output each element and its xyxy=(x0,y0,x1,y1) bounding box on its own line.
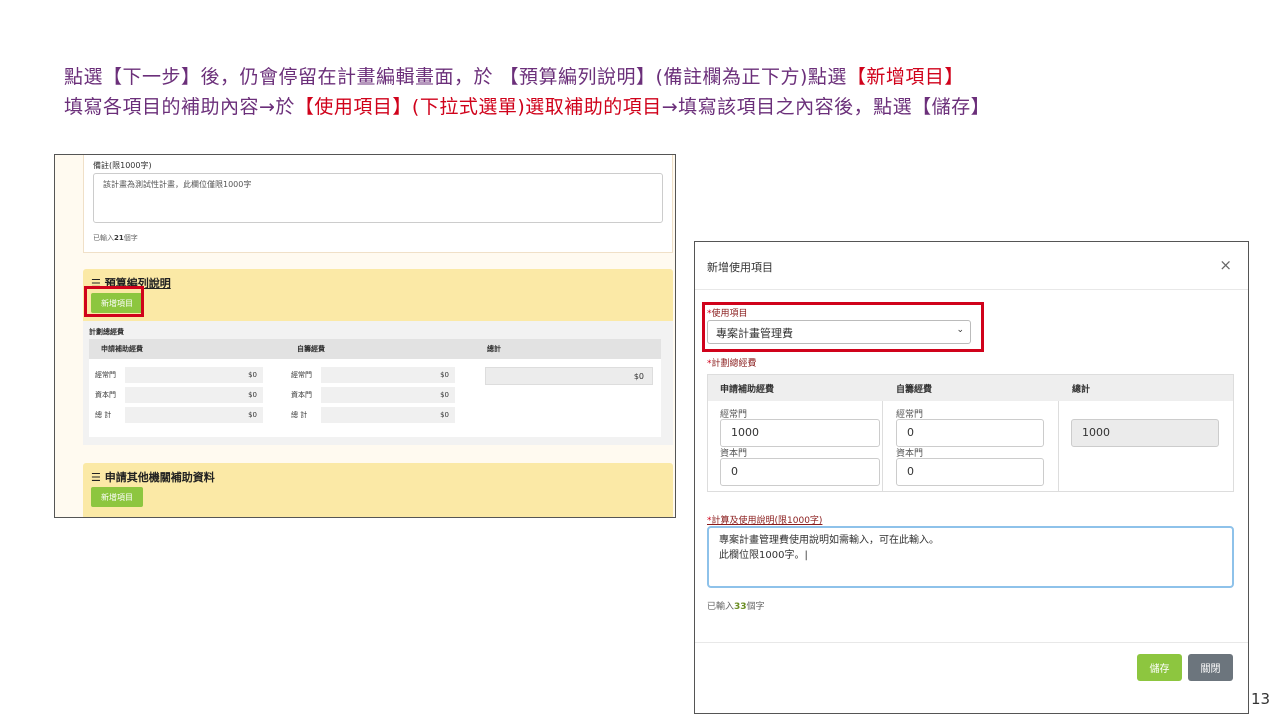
col-self: 自籌經費 xyxy=(297,345,325,353)
subsidy-capital-input[interactable]: 0 xyxy=(720,458,880,486)
plan-total-label: *計劃總經費 xyxy=(707,359,757,369)
modal-title: 新增使用項目 xyxy=(707,261,773,274)
table-body: 經常門 1000 資本門 0 經常門 0 資本門 0 1000 xyxy=(708,401,1233,491)
instruction-segment: 點選【下一步】後，仍會停留在計畫編輯畫面，於 【預算編列說明】(備註欄為正下方)… xyxy=(64,66,847,88)
col-subsidy: 申請補助經費 xyxy=(720,384,775,395)
subsidy-recurrent-input[interactable]: 1000 xyxy=(720,419,880,447)
budget-page-screenshot: 備註(限1000字) 該計畫為測試性計畫，此欄位僅限1000字 已輸入21個字 … xyxy=(54,154,676,518)
note-card: 備註(限1000字) 該計畫為測試性計畫，此欄位僅限1000字 已輸入21個字 xyxy=(83,155,673,253)
menu-icon: ☰ xyxy=(91,471,101,484)
modal-footer-divider xyxy=(695,642,1248,643)
highlight-box-add-item xyxy=(84,286,144,317)
instruction-line-1: 點選【下一步】後，仍會停留在計畫編輯畫面，於 【預算編列說明】(備註欄為正下方)… xyxy=(64,62,964,89)
budget-input-table: 申請補助經費 自籌經費 總計 經常門 1000 資本門 0 經常門 0 資本門 … xyxy=(707,374,1234,492)
budget-section: ☰ 預算編列說明 新增項目 計劃總經費 申請補助經費 自籌經費 總計 經常門 $0… xyxy=(83,269,673,445)
table-row: 資本門 $0 xyxy=(285,387,455,403)
note-textarea[interactable]: 該計畫為測試性計畫，此欄位僅限1000字 xyxy=(93,173,663,223)
plan-total-table: 計劃總經費 申請補助經費 自籌經費 總計 經常門 $0 經常門 $0 資本門 $0 資… xyxy=(83,321,673,445)
close-icon[interactable]: × xyxy=(1219,256,1232,274)
save-button[interactable]: 儲存 xyxy=(1137,654,1182,681)
table-header: 申請補助經費 自籌經費 總計 xyxy=(89,339,661,359)
calc-description-textarea[interactable]: 專案計畫管理費使用說明如需輸入，可在此輸入。 此欄位限1000字。| xyxy=(707,526,1234,588)
note-char-count: 已輸入21個字 xyxy=(93,234,138,242)
table-header: 申請補助經費 自籌經費 總計 xyxy=(708,375,1233,401)
table-row: 經常門 $0 xyxy=(285,367,455,383)
note-label: 備註(限1000字) xyxy=(93,161,152,170)
plan-total-label: 計劃總經費 xyxy=(89,328,124,336)
self-recurrent-input[interactable]: 0 xyxy=(896,419,1044,447)
other-agency-section: ☰ 申請其他機關補助資料 新增項目 xyxy=(83,463,673,517)
close-button[interactable]: 關閉 xyxy=(1188,654,1233,681)
col-total: 總計 xyxy=(487,345,501,353)
table-row: 總 計 $0 xyxy=(285,407,455,423)
col-self: 自籌經費 xyxy=(896,384,933,395)
table-row: 資本門 $0 xyxy=(89,387,263,403)
page-number: 13 xyxy=(1251,690,1271,708)
col-subsidy: 申請補助經費 xyxy=(101,345,143,353)
total-value: 1000 xyxy=(1071,419,1219,447)
table-row: 經常門 $0 xyxy=(89,367,263,383)
grand-total-value: $0 xyxy=(485,367,653,385)
instruction-segment: 填寫各項目的補助內容→於 xyxy=(64,96,295,118)
highlight-box-use-item xyxy=(702,302,984,352)
table-row: 總 計 $0 xyxy=(89,407,263,423)
instruction-line-2: 填寫各項目的補助內容→於【使用項目】(下拉式選單)選取補助的項目→填寫該項目之內… xyxy=(64,92,990,119)
other-agency-title: ☰ 申請其他機關補助資料 xyxy=(91,471,215,484)
char-count: 已輸入33個字 xyxy=(707,602,765,612)
self-capital-input[interactable]: 0 xyxy=(896,458,1044,486)
instruction-segment: →填寫該項目之內容後，點選【儲存】 xyxy=(661,96,991,118)
instruction-segment: 【新增項目】 xyxy=(846,66,964,88)
col-total: 總計 xyxy=(1072,384,1091,395)
instruction-segment: 【使用項目】(下拉式選單)選取補助的項目 xyxy=(294,96,662,118)
other-add-item-button[interactable]: 新增項目 xyxy=(91,487,143,507)
table-body: 經常門 $0 經常門 $0 資本門 $0 資本門 $0 總 計 $0 總 計 $0 $0 xyxy=(89,359,661,437)
calc-label: *計算及使用說明(限1000字) xyxy=(707,516,823,526)
modal-header: 新增使用項目 × xyxy=(695,242,1248,290)
